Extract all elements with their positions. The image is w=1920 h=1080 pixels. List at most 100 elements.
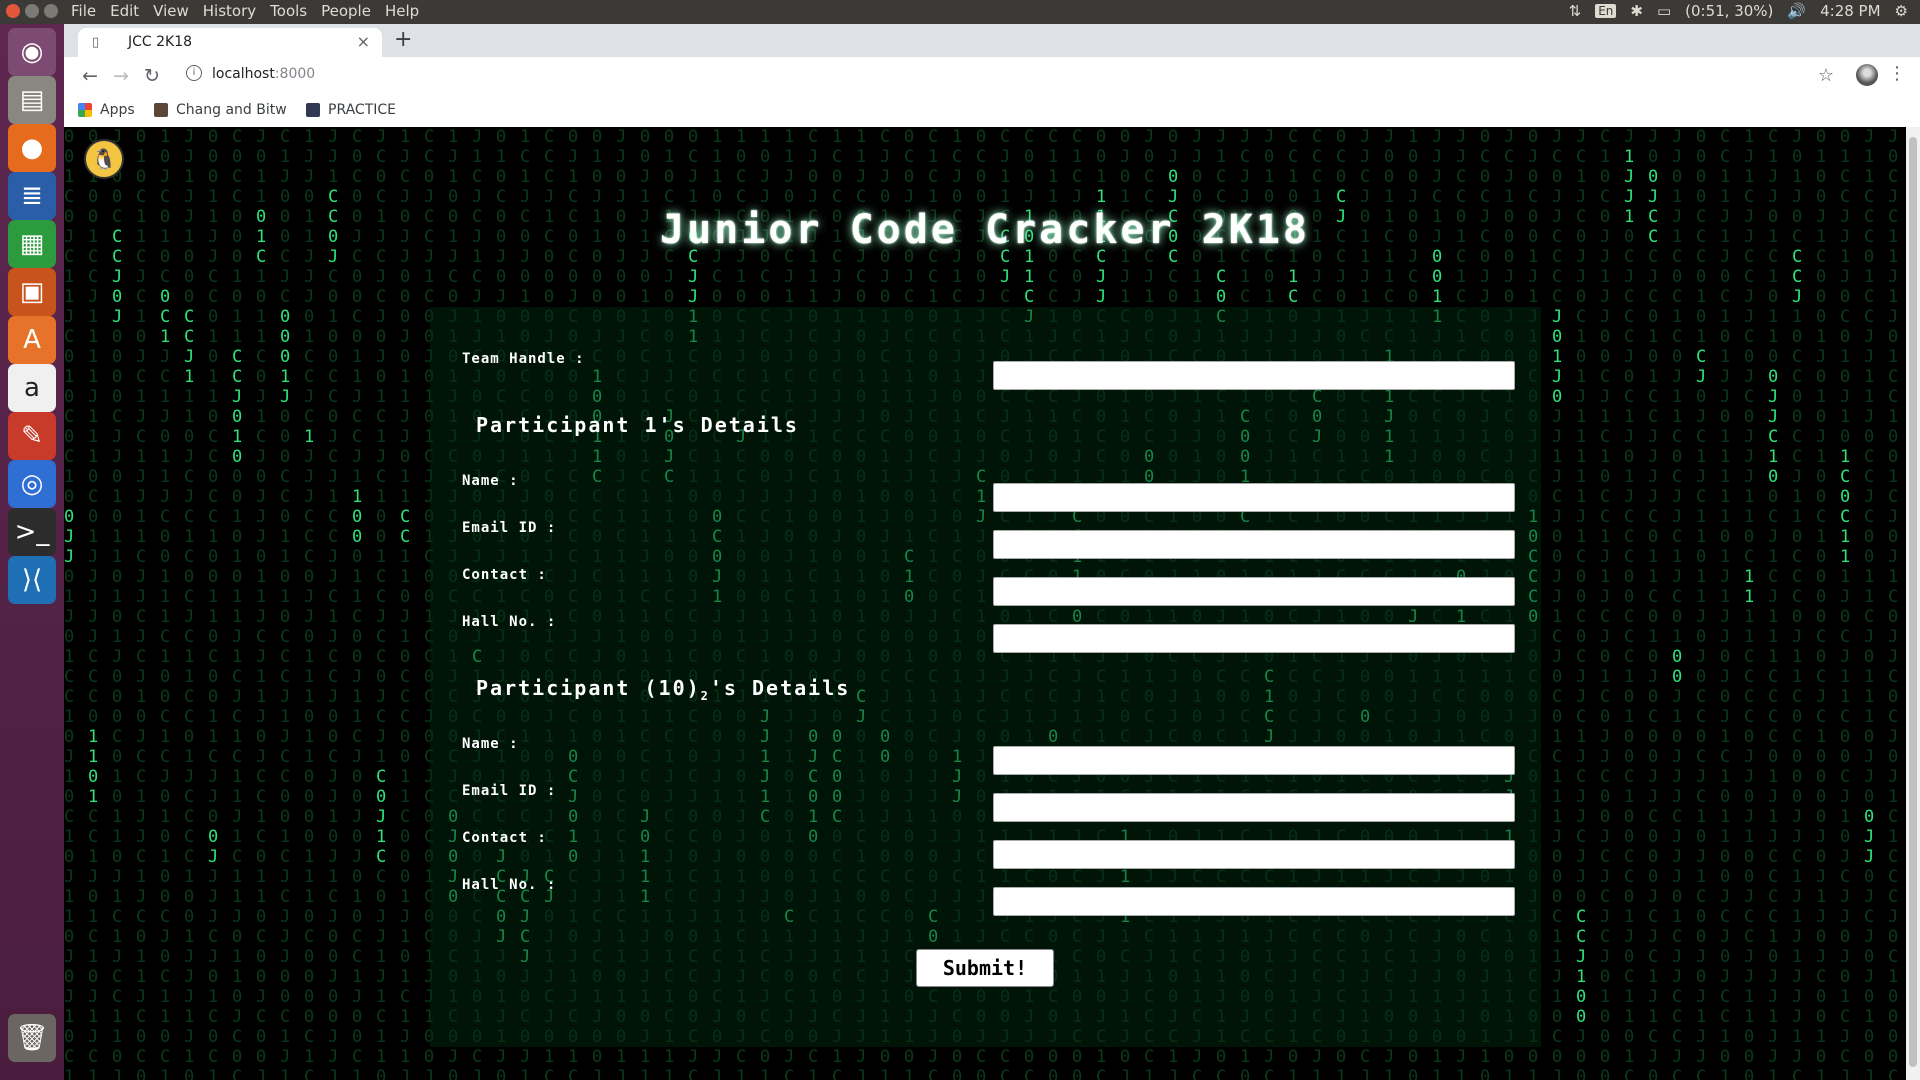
matrix-column: 0000CCC0101CJ0JC1JC11011J0J0CC0CJC10J1C0…: [1696, 127, 1707, 1080]
matrix-column: 01CCJJ1J0C010J101C0C111J0CJ11C00CJ10JCJJ…: [1840, 127, 1851, 1080]
battery-icon[interactable]: ▭: [1657, 2, 1671, 20]
menu-history[interactable]: History: [203, 2, 256, 20]
url-host: localhost: [212, 66, 275, 82]
chrome-icon[interactable]: ◎: [8, 460, 56, 508]
menu-view[interactable]: View: [153, 2, 189, 20]
p1-contact-input[interactable]: [993, 577, 1515, 606]
writer-icon[interactable]: ≣: [8, 172, 56, 220]
matrix-column: 10JC010C0C1JC1J011JC00111C100C1CJ010100C…: [160, 127, 171, 1080]
scrollbar-thumb[interactable]: [1909, 137, 1917, 1067]
matrix-column: J01J0CCCJ10CC00CCJ110CCC0J11C0C000JJC1J1…: [1792, 127, 1803, 1080]
trash-icon[interactable]: 🗑: [8, 1014, 56, 1062]
firefox-icon[interactable]: ●: [8, 124, 56, 172]
more-menu-icon[interactable]: ⋮: [1888, 63, 1906, 84]
participant-1-heading: Participant 1's Details: [476, 413, 799, 437]
matrix-column: 1J1CJJCCJJC0JC0JJJ110C1111CCCC0JJ0J100JC…: [1744, 127, 1755, 1080]
p1-name-label: Name :: [462, 473, 519, 489]
app-menu-bar: File Edit View History Tools People Help: [71, 2, 419, 20]
forward-arrow-icon[interactable]: →: [113, 65, 129, 87]
p2-email-input[interactable]: [993, 793, 1515, 822]
apps-grid-icon: [78, 103, 92, 117]
matrix-column: CC11J1J0C101JJ01111101J1JJ0J0J1C101100JC…: [1720, 127, 1731, 1080]
tab-title: JCC 2K18: [128, 34, 193, 50]
tab-jcc[interactable]: ▯ JCC 2K18 ×: [78, 28, 382, 57]
page-title: Junior Code Cracker 2K18: [660, 207, 1310, 253]
matrix-column: JC0C1JCJCJ0J01C1JC1001CCJCC0JCJ1C0J1CC0J…: [376, 127, 387, 1080]
bookmark-star-icon[interactable]: ☆: [1818, 65, 1834, 86]
page-icon: ▯: [92, 35, 100, 50]
maximize-window-button[interactable]: [44, 4, 58, 18]
browser-toolbar: ← → ↻ i localhost:8000 ☆ ⋮: [64, 57, 1920, 95]
matrix-column: C0CC0001011CCJ01000101011J1CJC1C11J1C11J…: [232, 127, 243, 1080]
url-text: localhost:8000: [212, 66, 315, 82]
p1-contact-label: Contact :: [462, 567, 547, 583]
menu-help[interactable]: Help: [385, 2, 419, 20]
amazon-icon[interactable]: a: [8, 364, 56, 412]
p2-hall-input[interactable]: [993, 887, 1515, 916]
bluetooth-icon[interactable]: ✱: [1630, 2, 1643, 20]
page-scrollbar[interactable]: [1906, 127, 1920, 1080]
back-arrow-icon[interactable]: ←: [82, 65, 98, 87]
hackerearth-icon: [306, 103, 320, 117]
team-handle-input[interactable]: [993, 361, 1515, 390]
keyboard-layout-indicator[interactable]: En: [1595, 4, 1617, 18]
calc-icon[interactable]: ▦: [8, 220, 56, 268]
profile-avatar[interactable]: [1856, 64, 1878, 86]
matrix-column: J01101C1011C0J1CJ0JJJ011JCJ11J0JCC1C0110…: [256, 127, 267, 1080]
p1-name-input[interactable]: [993, 483, 1515, 512]
new-tab-button[interactable]: +: [394, 27, 412, 52]
files-icon[interactable]: ▤: [8, 76, 56, 124]
menu-tools[interactable]: Tools: [270, 2, 307, 20]
system-top-bar: File Edit View History Tools People Help…: [0, 0, 1920, 24]
matrix-column: 1JCJ0JJ000J011JJ011CC110J10CCC0011C0001J…: [400, 127, 411, 1080]
reload-icon[interactable]: ↻: [144, 65, 160, 87]
volume-icon[interactable]: 🔊: [1787, 2, 1806, 20]
bookmark-label: PRACTICE: [328, 102, 397, 118]
impress-icon[interactable]: ▣: [8, 268, 56, 316]
matrix-column: C1J000CJC0001J000CC011010CCCJ1JCC001CJCJ…: [280, 127, 291, 1080]
matrix-column: JJ01J1C0C1C0J11C0CJJC1JC0100J10JJJCJJJ01…: [1672, 127, 1683, 1080]
p2-contact-input[interactable]: [993, 840, 1515, 869]
battery-status[interactable]: (0:51, 30%): [1685, 2, 1773, 20]
team-handle-label: Team Handle :: [462, 351, 585, 367]
vscode-icon[interactable]: ⟩⟨: [8, 556, 56, 604]
matrix-column: 001C0JC11JC010C0C100JJ01J01CC10J10C10J11…: [64, 127, 75, 1080]
matrix-column: J11CCC01CCJJ11J0CCJC0011CJ01110JJ00JJ0JC…: [1864, 127, 1875, 1080]
submit-button[interactable]: Submit!: [916, 949, 1054, 987]
bookmarks-bar: Apps Chang and Bitw PRACTICE: [64, 95, 1920, 128]
ubuntu-dash-icon[interactable]: ◉: [8, 28, 56, 76]
p2-contact-label: Contact :: [462, 830, 547, 846]
p1-hall-input[interactable]: [993, 624, 1515, 653]
bookmark-practice[interactable]: PRACTICE: [306, 102, 396, 118]
matrix-column: JC0JJCCCCJ01J0JJ1JCJ00JJ1CJ0C01C111J000C…: [1552, 127, 1563, 1080]
site-info-icon[interactable]: i: [186, 65, 202, 81]
terminal-icon[interactable]: >_: [8, 508, 56, 556]
clock[interactable]: 4:28 PM: [1820, 2, 1880, 20]
software-center-icon[interactable]: A: [8, 316, 56, 364]
matrix-column: JJ1JJ1000CCJ1110JCJC1C0CJC11CC01JCCCC100…: [184, 127, 195, 1080]
matrix-column: 010C11CJC10JC1JC1JJ11CJJCJCJ10JCC1JJC1JC…: [136, 127, 147, 1080]
matrix-column: C10C0JJ1JJ00CJ1C10CC1J1JCJ01C0JJC00JCJCJ…: [1600, 127, 1611, 1080]
bookmark-apps[interactable]: Apps: [78, 102, 135, 118]
unity-launcher: ◉ ▤ ● ≣ ▦ ▣ A a ✎ ◎ >_ ⟩⟨ 🗑: [0, 24, 64, 1080]
system-tray: ⇅ En ✱ ▭ (0:51, 30%) 🔊 4:28 PM ⚙: [1569, 2, 1908, 20]
minimize-window-button[interactable]: [25, 4, 39, 18]
menu-file[interactable]: File: [71, 2, 96, 20]
network-icon[interactable]: ⇅: [1569, 2, 1582, 20]
bookmark-chang-and-bitw[interactable]: Chang and Bitw: [154, 102, 287, 118]
settings-icon[interactable]: ✎: [8, 412, 56, 460]
p2-name-input[interactable]: [993, 746, 1515, 775]
menu-people[interactable]: People: [321, 2, 371, 20]
matrix-column: J100CCCJ0J0000CJJ010110101J000C010110J1C…: [112, 127, 123, 1080]
menu-edit[interactable]: Edit: [110, 2, 139, 20]
power-gear-icon[interactable]: ⚙: [1895, 2, 1908, 20]
matrix-column: JJ1CC0JC0100CC0JCJ1CCJJC1JCCJ00CJJ10J1CJ…: [328, 127, 339, 1080]
address-bar[interactable]: i localhost:8000: [176, 62, 1826, 90]
matrix-column: 0100J1C0001J010J100C10000C0CJC10000J0J1J…: [1816, 127, 1827, 1080]
matrix-column: 001001CCJ1111J1110C01JJJJJCCC01101CC1J01…: [88, 127, 99, 1080]
p2-heading-subscript: 2: [700, 689, 710, 703]
close-window-button[interactable]: [6, 4, 20, 18]
window-controls: [6, 4, 58, 18]
p1-email-input[interactable]: [993, 530, 1515, 559]
close-tab-icon[interactable]: ×: [357, 32, 370, 51]
